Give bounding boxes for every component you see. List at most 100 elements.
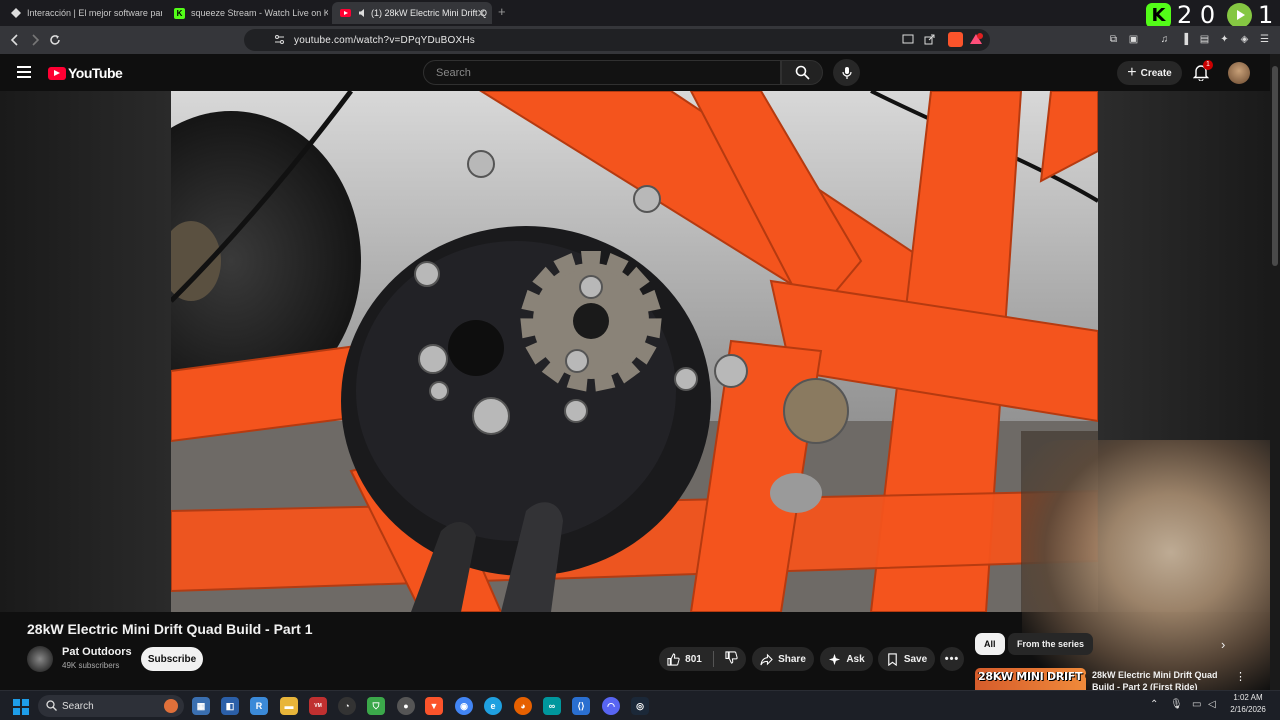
like-button[interactable]: 801: [667, 652, 702, 666]
kick-counter[interactable]: K 2 0: [1146, 1, 1215, 29]
browser-toolbar: youtube.com/watch?v=DPqYDuBOXHs ⧉ ▣ ♫ ▐ …: [0, 26, 1280, 54]
microphone-tray-icon[interactable]: 🎙: [1170, 699, 1183, 710]
obs-icon[interactable]: ●: [397, 697, 415, 715]
chevron-right-icon[interactable]: ›: [1221, 637, 1225, 652]
related-video-title[interactable]: 28kW Electric Mini Drift Quad Build - Pa…: [1092, 669, 1222, 690]
task-view-icon[interactable]: ▦: [192, 697, 210, 715]
edge-icon[interactable]: e: [484, 697, 502, 715]
microphone-icon: [841, 66, 852, 79]
extensions-icon[interactable]: ⧉: [1107, 33, 1120, 46]
wallet-icon[interactable]: ▤: [1198, 33, 1211, 46]
search-icon: [46, 700, 57, 711]
guide-menu-icon[interactable]: [17, 66, 31, 78]
taskbar-clock[interactable]: 1:02 AM 2/16/2026: [1226, 692, 1270, 716]
create-button[interactable]: + Create: [1117, 61, 1182, 85]
back-button[interactable]: [7, 32, 23, 48]
channel-name[interactable]: Pat Outdoors: [62, 646, 132, 658]
youtube-play-icon: [48, 66, 66, 80]
subscribe-button[interactable]: Subscribe: [141, 647, 203, 671]
plus-icon: +: [1127, 64, 1137, 81]
firefox-icon[interactable]: ◕: [514, 697, 532, 715]
like-dislike-group: 801: [659, 647, 746, 671]
shield-app-icon[interactable]: ⛉: [367, 697, 385, 715]
clock-app-icon[interactable]: ◔: [338, 697, 356, 715]
taskbar-search[interactable]: Search: [38, 695, 184, 717]
file-explorer-icon[interactable]: ▬: [280, 697, 298, 715]
scrollbar-thumb[interactable]: [1272, 66, 1278, 266]
rumble-counter[interactable]: 1: [1227, 1, 1274, 29]
brave-browser-icon[interactable]: ▼: [425, 697, 443, 715]
save-label: Save: [903, 653, 928, 665]
display-tray-icon[interactable]: ▭: [1192, 699, 1201, 710]
tab-interaccion[interactable]: Interacción | El mejor software para p: [2, 2, 162, 24]
share-page-icon[interactable]: [924, 34, 935, 48]
rumble-counter-value: 1: [1258, 1, 1274, 29]
clock-time: 1:02 AM: [1233, 693, 1263, 702]
tab-youtube[interactable]: (1) 28kW Electric Mini Drift Q ✕: [332, 2, 492, 24]
brave-shields-icon[interactable]: [948, 32, 963, 47]
site-info-icon[interactable]: [274, 34, 285, 48]
discord-icon[interactable]: ◠: [602, 697, 620, 715]
browser-tab-strip: Interacción | El mejor software para p K…: [0, 0, 1280, 29]
youtube-logo[interactable]: YouTube: [48, 65, 123, 81]
create-label: Create: [1140, 67, 1172, 79]
notifications-button[interactable]: 1: [1192, 60, 1213, 82]
chrome-icon[interactable]: ◉: [455, 697, 473, 715]
tab-label: squeeze Stream - Watch Live on Kick: [191, 8, 328, 18]
more-actions-button[interactable]: •••: [940, 647, 964, 671]
cast-icon[interactable]: [902, 34, 914, 48]
video-frame-image: [171, 91, 1098, 612]
leo-ai-icon[interactable]: ✦: [1218, 33, 1231, 46]
search-input[interactable]: Search: [423, 60, 781, 85]
chip-all[interactable]: All: [975, 633, 1005, 655]
related-video-thumbnail[interactable]: 28KW MINI DRIFT QUAD: [975, 668, 1086, 690]
windows-start-icon[interactable]: [13, 699, 29, 715]
video-frame[interactable]: [171, 91, 1098, 612]
notification-badge: 1: [1203, 60, 1213, 70]
ambient-left: [0, 91, 171, 612]
subscriber-count: 49K subscribers: [62, 661, 120, 670]
screenshot-icon[interactable]: ▣: [1127, 33, 1140, 46]
sparkle-icon: [829, 653, 841, 665]
arduino-icon[interactable]: ∞: [543, 697, 561, 715]
page-scrollbar[interactable]: [1270, 54, 1280, 690]
voice-search-button[interactable]: [833, 59, 860, 86]
voicemeeter-icon[interactable]: VM: [309, 697, 327, 715]
close-tab-icon[interactable]: ✕: [477, 7, 486, 20]
chat-app-icon[interactable]: ◧: [221, 697, 239, 715]
url-text: youtube.com/watch?v=DPqYDuBOXHs: [294, 34, 476, 46]
dislike-button[interactable]: [725, 651, 738, 667]
address-bar[interactable]: youtube.com/watch?v=DPqYDuBOXHs: [244, 29, 990, 51]
sidebar-toggle-icon[interactable]: ▐: [1178, 33, 1191, 46]
share-icon: [760, 653, 773, 665]
new-tab-button[interactable]: +: [498, 4, 506, 19]
media-icon[interactable]: ♫: [1158, 33, 1171, 46]
brave-rewards-icon[interactable]: [970, 33, 983, 48]
diamond-icon: [10, 8, 21, 19]
search-highlight-icon: [164, 699, 178, 713]
forward-button[interactable]: [27, 32, 43, 48]
save-button[interactable]: Save: [878, 647, 935, 671]
menu-icon[interactable]: ☰: [1258, 33, 1271, 46]
volume-tray-icon[interactable]: ◁: [1208, 699, 1216, 710]
like-count: 801: [685, 653, 702, 665]
rumble-logo-icon: [1227, 2, 1252, 28]
tray-chevron-up-icon[interactable]: ⌃: [1150, 699, 1158, 710]
channel-avatar[interactable]: [27, 646, 53, 672]
account-avatar[interactable]: [1228, 62, 1250, 84]
reload-button[interactable]: [47, 32, 63, 48]
share-button[interactable]: Share: [752, 647, 814, 671]
tab-kick[interactable]: K squeeze Stream - Watch Live on Kick: [166, 2, 328, 24]
vscode-icon[interactable]: ⟨⟩: [572, 697, 590, 715]
steam-icon[interactable]: ◎: [631, 697, 649, 715]
bookmark-save-icon: [888, 652, 897, 666]
vpn-shield-icon[interactable]: ◈: [1238, 33, 1251, 46]
speaker-icon: [357, 8, 368, 19]
ask-button[interactable]: Ask: [820, 647, 873, 671]
remote-desktop-icon[interactable]: R: [250, 697, 268, 715]
chip-from-series[interactable]: From the series: [1008, 633, 1094, 655]
youtube-header: YouTube Search + Create 1: [0, 54, 1280, 91]
kick-icon: K: [174, 7, 185, 19]
more-vertical-icon[interactable]: ⋮: [1235, 670, 1246, 683]
search-button[interactable]: [781, 60, 823, 85]
